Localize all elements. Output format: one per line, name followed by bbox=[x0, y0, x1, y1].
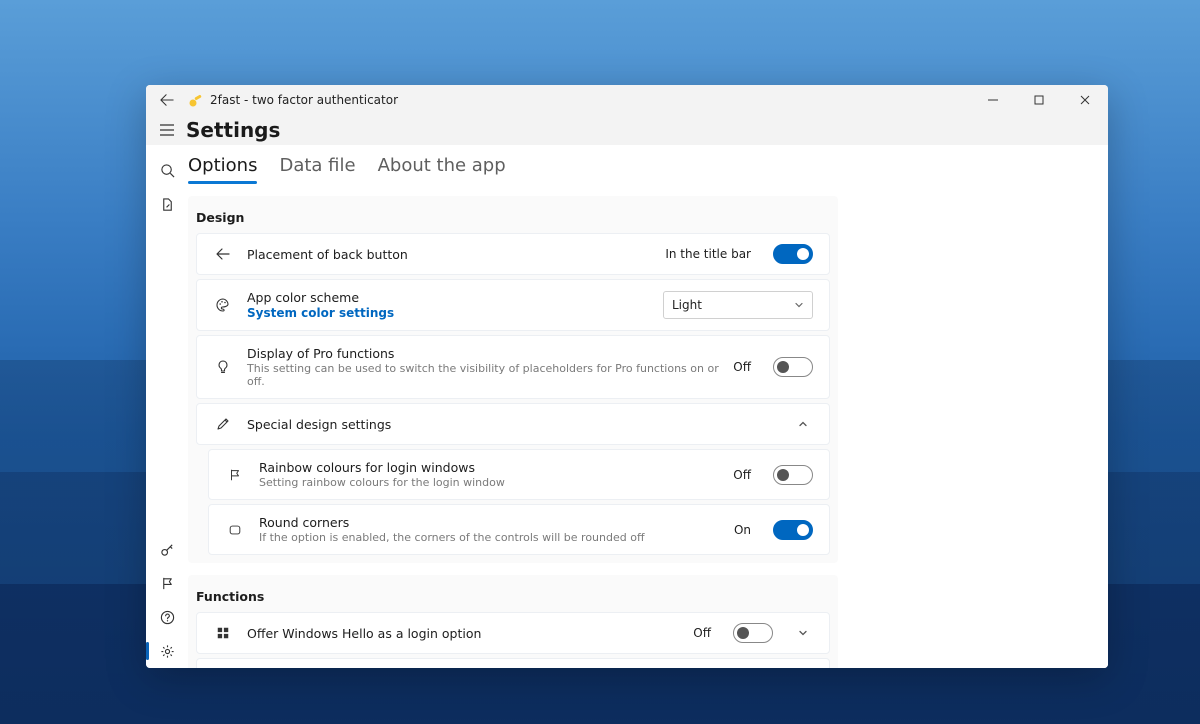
row-rainbow: Rainbow colours for login windows Settin… bbox=[208, 449, 830, 500]
body: Options Data file About the app Design P… bbox=[146, 145, 1108, 668]
row-color-scheme: App color scheme System color settings L… bbox=[196, 279, 830, 331]
flag-icon bbox=[225, 468, 245, 482]
windows-hello-icon bbox=[213, 626, 233, 640]
nav-rail bbox=[146, 145, 188, 668]
close-icon bbox=[1080, 95, 1090, 105]
select-color-scheme-value: Light bbox=[672, 298, 702, 312]
tab-about[interactable]: About the app bbox=[378, 151, 506, 184]
datafile-icon bbox=[160, 197, 175, 212]
row-round-corners: Round corners If the option is enabled, … bbox=[208, 504, 830, 555]
group-functions: Functions Offer Windows Hello as a login… bbox=[188, 575, 838, 668]
nav-help[interactable] bbox=[150, 600, 184, 634]
search-icon bbox=[160, 163, 175, 178]
row-windows-hello-title: Offer Windows Hello as a login option bbox=[247, 626, 679, 641]
nav-manage[interactable] bbox=[150, 532, 184, 566]
link-system-color-settings[interactable]: System color settings bbox=[247, 306, 649, 320]
nav-feedback[interactable] bbox=[150, 566, 184, 600]
key-icon bbox=[160, 542, 175, 557]
back-button[interactable] bbox=[150, 85, 184, 115]
select-color-scheme[interactable]: Light bbox=[663, 291, 813, 319]
maximize-button[interactable] bbox=[1016, 85, 1062, 115]
titlebar: 2fast - two factor authenticator bbox=[146, 85, 1108, 115]
group-functions-title: Functions bbox=[188, 575, 838, 612]
toggle-back-button[interactable] bbox=[773, 244, 813, 264]
row-pro-functions-title: Display of Pro functions bbox=[247, 346, 719, 361]
tabs: Options Data file About the app bbox=[188, 145, 1108, 184]
tab-datafile[interactable]: Data file bbox=[279, 151, 355, 184]
pencil-icon bbox=[213, 416, 233, 432]
palette-icon bbox=[213, 297, 233, 313]
toggle-pro-functions[interactable] bbox=[773, 357, 813, 377]
row-special-design-title: Special design settings bbox=[247, 417, 773, 432]
row-special-design[interactable]: Special design settings bbox=[196, 403, 830, 445]
chevron-up-icon bbox=[793, 414, 813, 434]
row-pro-functions: Display of Pro functions This setting ca… bbox=[196, 335, 830, 399]
page-title: Settings bbox=[184, 118, 280, 142]
arrow-left-icon bbox=[160, 93, 174, 107]
close-button[interactable] bbox=[1062, 85, 1108, 115]
flag-icon bbox=[160, 576, 175, 591]
tab-options[interactable]: Options bbox=[188, 151, 257, 184]
row-rainbow-title: Rainbow colours for login windows bbox=[259, 460, 719, 475]
nav-toggle-button[interactable] bbox=[150, 115, 184, 145]
row-rainbow-desc: Setting rainbow colours for the login wi… bbox=[259, 476, 719, 489]
hamburger-icon bbox=[160, 124, 174, 136]
rounded-rect-icon bbox=[225, 523, 245, 537]
lightbulb-icon bbox=[213, 359, 233, 375]
content[interactable]: Options Data file About the app Design P… bbox=[188, 145, 1108, 668]
toggle-rainbow[interactable] bbox=[773, 465, 813, 485]
group-design-title: Design bbox=[188, 196, 838, 233]
app-name: 2fast - two factor authenticator bbox=[210, 93, 398, 107]
nav-settings[interactable] bbox=[150, 634, 184, 668]
row-pro-functions-desc: This setting can be used to switch the v… bbox=[247, 362, 719, 388]
minimize-button[interactable] bbox=[970, 85, 1016, 115]
row-hide-keys: Hide keys The generated keys are hidden … bbox=[196, 658, 830, 668]
headerbar: Settings bbox=[146, 115, 1108, 145]
row-back-button: Placement of back button In the title ba… bbox=[196, 233, 830, 275]
toggle-round-corners[interactable] bbox=[773, 520, 813, 540]
chevron-down-icon bbox=[794, 300, 804, 310]
chevron-down-icon bbox=[793, 623, 813, 643]
row-windows-hello[interactable]: Offer Windows Hello as a login option Of… bbox=[196, 612, 830, 654]
app-window: 2fast - two factor authenticator Setting… bbox=[146, 85, 1108, 668]
row-back-button-title: Placement of back button bbox=[247, 247, 651, 262]
nav-datafile[interactable] bbox=[150, 187, 184, 221]
window-controls bbox=[970, 85, 1108, 115]
row-back-button-value: In the title bar bbox=[665, 247, 751, 261]
row-round-title: Round corners bbox=[259, 515, 720, 530]
group-design: Design Placement of back button In the t… bbox=[188, 196, 838, 563]
row-round-value: On bbox=[734, 523, 751, 537]
help-icon bbox=[160, 610, 175, 625]
options-panel: Design Placement of back button In the t… bbox=[188, 196, 838, 668]
toggle-windows-hello[interactable] bbox=[733, 623, 773, 643]
app-icon bbox=[188, 92, 204, 108]
row-rainbow-value: Off bbox=[733, 468, 751, 482]
minimize-icon bbox=[988, 95, 998, 105]
row-round-desc: If the option is enabled, the corners of… bbox=[259, 531, 720, 544]
maximize-icon bbox=[1034, 95, 1044, 105]
row-color-scheme-title: App color scheme bbox=[247, 290, 649, 305]
arrow-left-icon bbox=[213, 246, 233, 262]
nav-search[interactable] bbox=[150, 153, 184, 187]
row-windows-hello-value: Off bbox=[693, 626, 711, 640]
settings-icon bbox=[160, 644, 175, 659]
row-pro-functions-value: Off bbox=[733, 360, 751, 374]
